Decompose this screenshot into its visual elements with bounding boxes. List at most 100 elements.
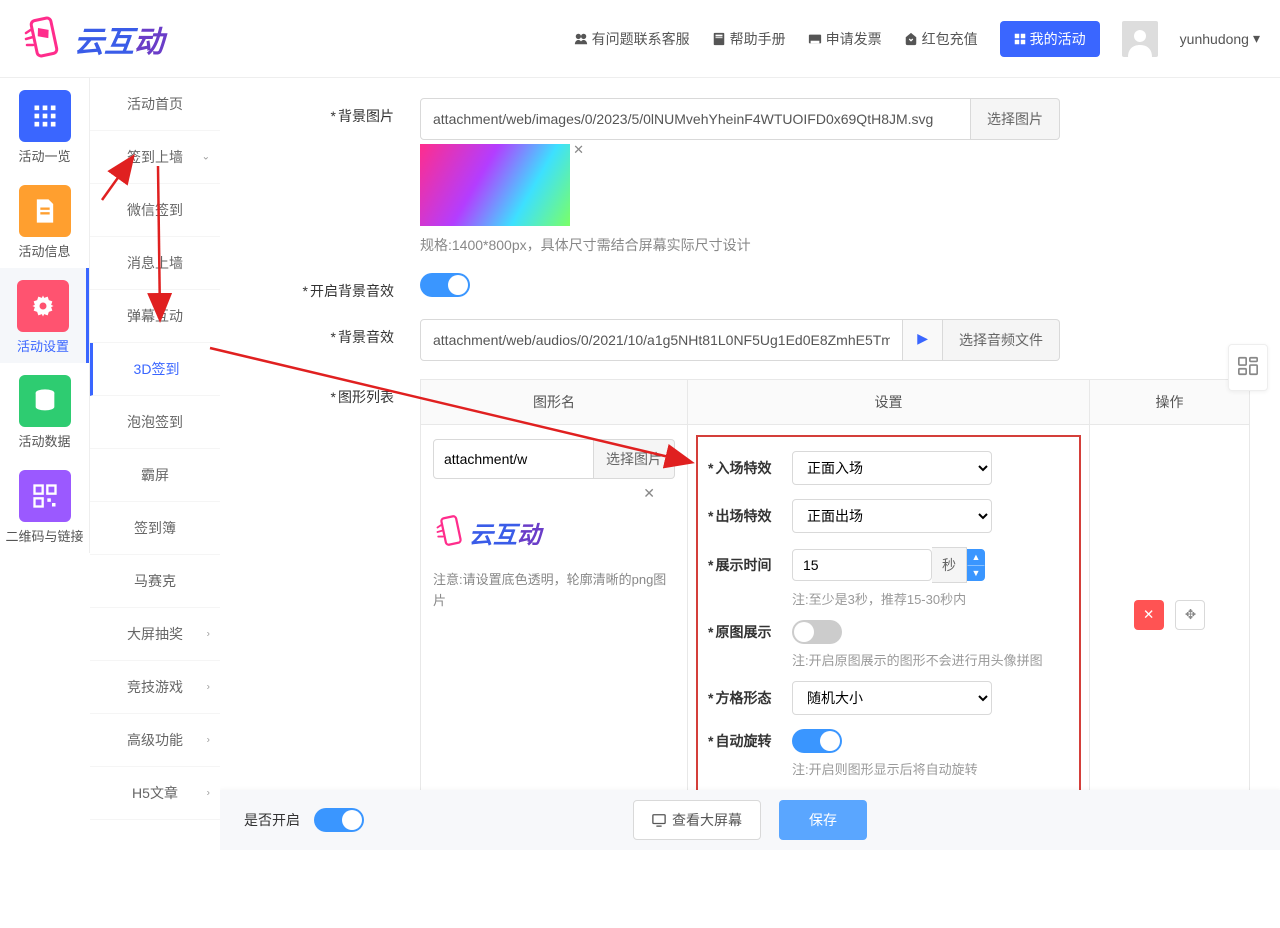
logo-icon xyxy=(20,15,68,63)
float-side-button[interactable] xyxy=(1228,344,1268,391)
shape-note: 注意:请设置底色透明，轮廓清晰的png图片 xyxy=(433,570,675,612)
close-icon: ✕ xyxy=(1143,607,1154,623)
subnav-item-msgwall[interactable]: 消息上墙 xyxy=(90,237,220,290)
rail-label: 活动设置 xyxy=(4,336,82,355)
nav-rail: 活动一览 活动信息 活动设置 活动数据 二维码与链接 xyxy=(0,78,90,553)
logo-text-1: 云互 xyxy=(74,17,134,61)
rail-item-qr[interactable]: 二维码与链接 xyxy=(0,458,89,553)
subnav-item-home[interactable]: 活动首页 xyxy=(90,78,220,131)
subnav-item-bubble[interactable]: 泡泡签到 xyxy=(90,396,220,449)
play-icon: ▶ xyxy=(917,330,928,346)
btn-move-row[interactable]: ✥ xyxy=(1175,600,1205,630)
time-unit: 秒 xyxy=(932,547,967,583)
row-grid-style: *方格形态 随机大小 xyxy=(708,681,1069,715)
chevron-right-icon: › xyxy=(207,788,210,799)
input-bg-audio[interactable] xyxy=(420,319,903,361)
btn-my-activity[interactable]: 我的活动 xyxy=(1000,21,1100,57)
btn-play-audio[interactable]: ▶ xyxy=(903,319,943,361)
qrcode-icon xyxy=(19,470,71,522)
btn-choose-image[interactable]: 选择图片 xyxy=(971,98,1060,140)
note-rotate: 注:开启则图形显示后将自动旋转 xyxy=(792,759,1069,778)
btn-choose-shape-image[interactable]: 选择图片 xyxy=(594,439,675,479)
row-bg-sfx: *开启背景音效 xyxy=(250,273,1250,301)
preview-image xyxy=(420,144,570,226)
th-action: 操作 xyxy=(1090,380,1250,425)
rail-label: 活动信息 xyxy=(4,241,85,260)
stepper-down[interactable]: ▼ xyxy=(967,565,985,581)
subnav-item-wechat-sign[interactable]: 微信签到 xyxy=(90,184,220,237)
link-recharge[interactable]: 红包充值 xyxy=(904,29,978,49)
row-shape-list: *图形列表 图形名 设置 操作 xyxy=(250,379,1250,790)
form-content: *背景图片 选择图片 ✕ 规格:1400*800px，具体尺寸需结合屏幕实际尺寸… xyxy=(220,78,1280,790)
select-enter-effect[interactable]: 正面入场 xyxy=(792,451,992,485)
subnav: 活动首页 签到上墙⌄ 微信签到 消息上墙 弹幕互动 3D签到 泡泡签到 霸屏 签… xyxy=(90,78,220,820)
row-enter-effect: *入场特效 正面入场 xyxy=(708,451,1069,485)
input-bg-image[interactable] xyxy=(420,98,971,140)
btn-save[interactable]: 保存 xyxy=(779,800,867,840)
th-settings: 设置 xyxy=(688,380,1090,425)
label-enable: 是否开启 xyxy=(244,810,300,830)
subnav-item-h5[interactable]: H5文章› xyxy=(90,767,220,820)
rail-item-data[interactable]: 活动数据 xyxy=(0,363,89,458)
label-bg-audio: *背景音效 xyxy=(250,319,420,347)
subnav-item-signbook[interactable]: 签到簿 xyxy=(90,502,220,555)
toggle-bg-sfx[interactable] xyxy=(420,273,470,297)
subnav-item-3dsign[interactable]: 3D签到 xyxy=(90,343,220,396)
move-icon: ✥ xyxy=(1185,607,1196,623)
row-bg-image: *背景图片 选择图片 ✕ 规格:1400*800px，具体尺寸需结合屏幕实际尺寸… xyxy=(250,98,1250,255)
caret-down-icon: ▾ xyxy=(1253,30,1260,47)
subnav-item-games[interactable]: 竞技游戏› xyxy=(90,661,220,714)
label-bg-sfx: *开启背景音效 xyxy=(250,273,420,301)
rail-item-settings[interactable]: 活动设置 xyxy=(0,268,89,363)
row-bg-audio: *背景音效 ▶ 选择音频文件 xyxy=(250,319,1250,361)
subnav-item-lottery[interactable]: 大屏抽奖› xyxy=(90,608,220,661)
subnav-item-signwall[interactable]: 签到上墙⌄ xyxy=(90,131,220,184)
grid-icon xyxy=(19,90,71,142)
select-exit-effect[interactable]: 正面出场 xyxy=(792,499,992,533)
chevron-right-icon: › xyxy=(207,629,210,640)
btn-view-bigscreen[interactable]: 查看大屏幕 xyxy=(633,800,761,840)
btn-delete-row[interactable]: ✕ xyxy=(1134,600,1164,630)
subnav-item-mosaic[interactable]: 马赛克 xyxy=(90,555,220,608)
close-icon[interactable]: ✕ xyxy=(433,485,675,502)
shape-preview-logo: 云互动 xyxy=(433,508,573,556)
bottom-bar: 是否开启 查看大屏幕 保存 xyxy=(220,790,1280,850)
subnav-item-advanced[interactable]: 高级功能› xyxy=(90,714,220,767)
bg-image-preview: ✕ xyxy=(420,144,570,226)
label-grid: *方格形态 xyxy=(708,688,792,708)
label-shape-list: *图形列表 xyxy=(250,379,420,407)
note-time: 注:至少是3秒，推荐15-30秒内 xyxy=(792,589,1069,608)
link-invoice[interactable]: 申请发票 xyxy=(808,29,882,49)
document-icon xyxy=(19,185,71,237)
label-bg-image: *背景图片 xyxy=(250,98,420,126)
input-shape-image[interactable] xyxy=(433,439,594,479)
input-display-time[interactable] xyxy=(792,549,932,581)
row-auto-rotate: *自动旋转 xyxy=(708,729,1069,753)
stepper-up[interactable]: ▲ xyxy=(967,549,985,565)
th-shape-name: 图形名 xyxy=(421,380,688,425)
select-grid-style[interactable]: 随机大小 xyxy=(792,681,992,715)
shape-row: 选择图片 ✕ 云互动 注意:请设置底色透明，轮廓清晰的png图片 xyxy=(421,425,1250,791)
rail-label: 活动一览 xyxy=(4,146,85,165)
avatar[interactable] xyxy=(1122,21,1158,57)
subnav-item-baping[interactable]: 霸屏 xyxy=(90,449,220,502)
link-help[interactable]: 帮助手册 xyxy=(712,29,786,49)
logo-text-2: 动 xyxy=(134,17,164,61)
toggle-enable[interactable] xyxy=(314,808,364,832)
rail-item-overview[interactable]: 活动一览 xyxy=(0,78,89,173)
toggle-orig-img[interactable] xyxy=(792,620,842,644)
close-icon[interactable]: ✕ xyxy=(573,142,584,158)
toggle-auto-rotate[interactable] xyxy=(792,729,842,753)
label-rotate: *自动旋转 xyxy=(708,731,792,751)
gear-icon xyxy=(17,280,69,332)
rail-label: 活动数据 xyxy=(4,431,85,450)
shape-name-cell: 选择图片 ✕ 云互动 注意:请设置底色透明，轮廓清晰的png图片 xyxy=(433,439,675,612)
chevron-right-icon: › xyxy=(207,682,210,693)
shape-table: 图形名 设置 操作 选择图片 xyxy=(420,379,1250,790)
subnav-item-danmu[interactable]: 弹幕互动 xyxy=(90,290,220,343)
rail-item-info[interactable]: 活动信息 xyxy=(0,173,89,268)
link-contact[interactable]: 有问题联系客服 xyxy=(574,29,690,49)
user-dropdown[interactable]: yunhudong ▾ xyxy=(1180,30,1260,47)
btn-choose-audio[interactable]: 选择音频文件 xyxy=(943,319,1060,361)
time-stepper: ▲ ▼ xyxy=(967,549,985,581)
